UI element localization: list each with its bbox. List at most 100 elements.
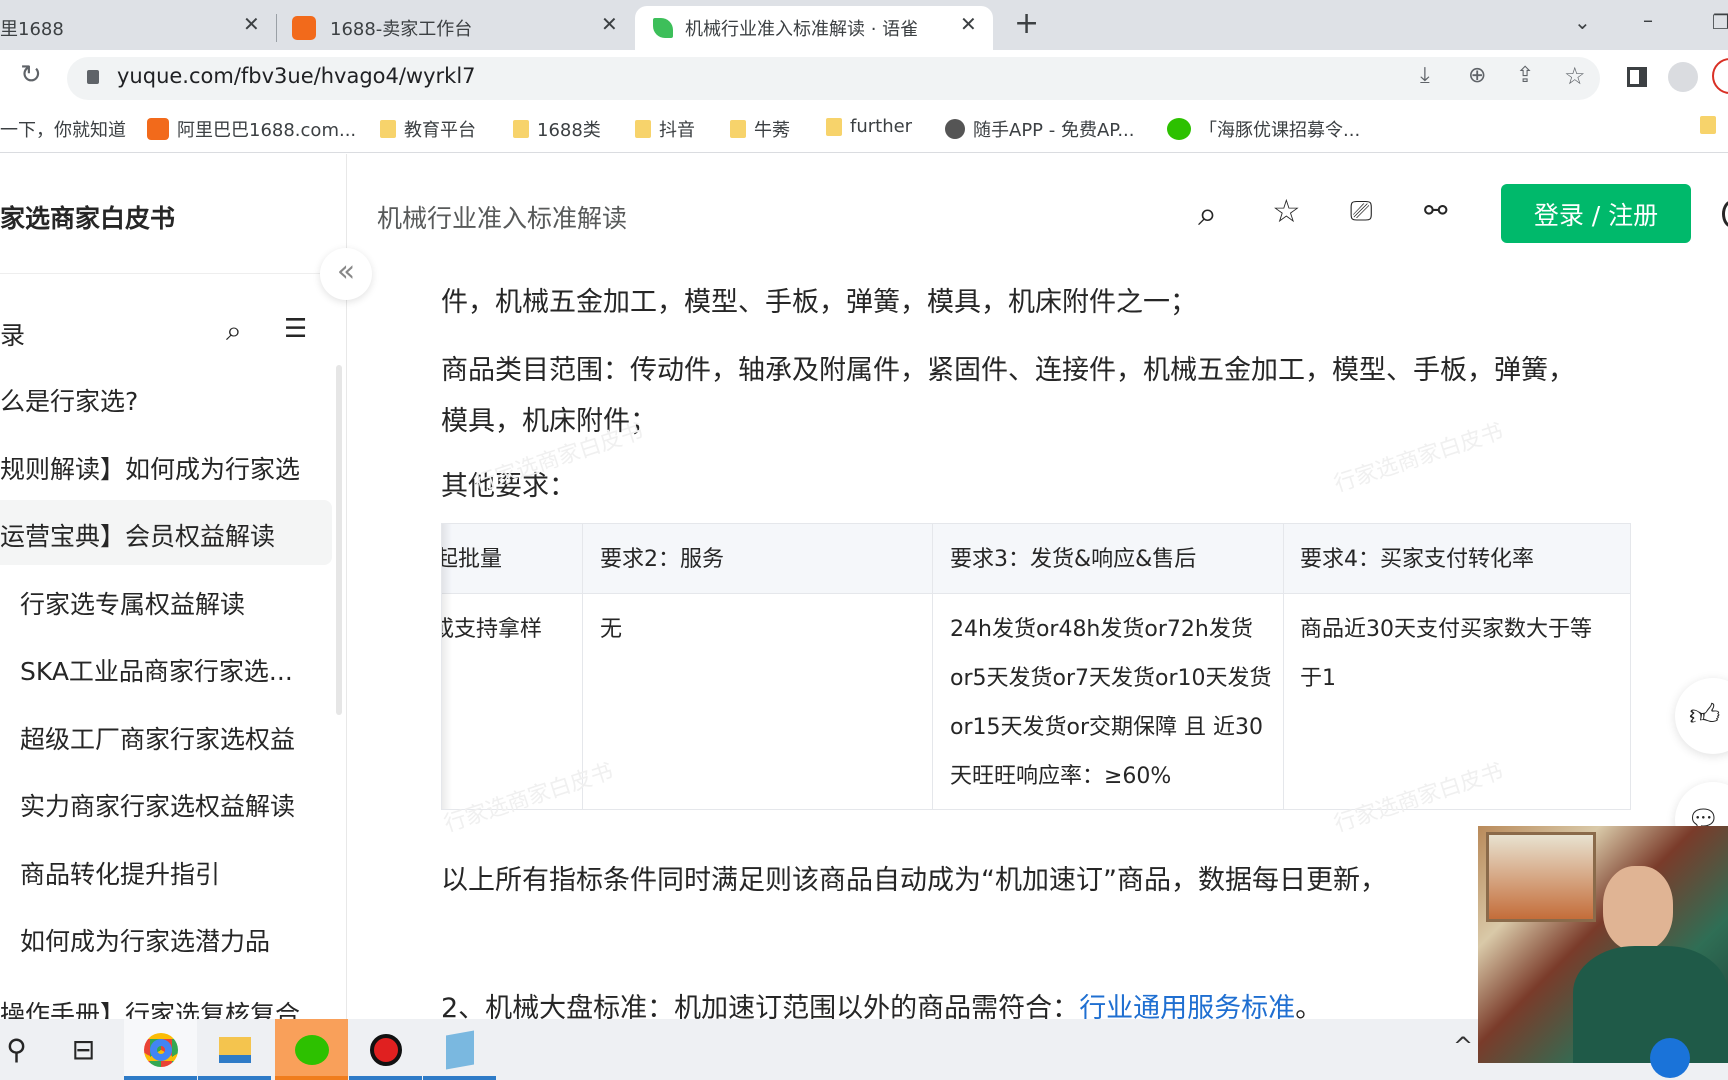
folder-icon [826,117,842,136]
table-header: 要求4：买家支付转化率 [1300,547,1534,572]
bookmark[interactable]: 1688类 [513,116,601,142]
minimize-icon[interactable]: – [1643,8,1653,32]
wechat-icon [294,1034,329,1065]
bookmark-label: 一下，你就知道 [0,120,126,141]
sidebar-item[interactable]: 行家选专属权益解读 [20,585,245,621]
folder-icon [380,120,396,138]
toc-list-icon[interactable]: ☰ [284,314,307,344]
share-icon[interactable]: ⇪ [1516,63,1534,88]
table-cell: 于1 [1300,666,1336,691]
like-button[interactable]: 👍︎ [1675,678,1728,754]
close-icon[interactable]: ✕ [601,12,618,36]
sidebar-item[interactable]: 超级工厂商家行家选权益 [20,720,295,756]
alibaba-icon [147,118,169,140]
chevron-down-icon[interactable]: ⌄ [1574,10,1591,34]
sidebar-item[interactable]: 【规则解读】如何成为行家选 [0,450,300,486]
lock-icon[interactable] [87,70,99,84]
collapse-sidebar-button[interactable]: « [320,248,372,300]
folder-icon[interactable] [1700,116,1716,134]
toc-label-text: 目录 [0,321,26,350]
zoom-icon[interactable]: ⊕ [1468,63,1486,88]
table-cell: 或支持拿样 [441,617,543,642]
notepad-icon [445,1030,474,1069]
person-face [1603,866,1673,951]
folder-icon [730,120,746,138]
wechat-icon [1167,118,1191,140]
more-icon[interactable] [1722,200,1728,228]
bookmark[interactable]: 抖音 [635,116,695,142]
login-register-button[interactable]: 登录 / 注册 [1501,184,1691,243]
bookmark-star-icon[interactable]: ☆ [1564,62,1586,90]
thumbs-up-icon: 👍︎ [1689,698,1721,733]
paragraph: 以上所有指标条件同时满足则该商品自动成为“机加速订”商品，数据每日更新， [441,865,1387,896]
table-header: 起批量 [441,547,503,572]
close-icon[interactable]: ✕ [960,12,977,36]
sidebar-item-label: 【操作手册】行家选复核复合 [0,1000,301,1019]
bookmark[interactable]: 一下，你就知道 [0,116,126,142]
bookmark[interactable]: 「海豚优课招募令... [1167,116,1360,142]
bookmark-label: further [850,116,913,137]
col-divider [1283,524,1284,809]
explorer-taskbar-button[interactable] [198,1019,271,1080]
watermark: 行家选商家白皮书 [1331,419,1507,498]
login-label: 登录 / 注册 [1533,200,1659,230]
sidebar-item[interactable]: 什么是行家选? [0,382,138,418]
sidebar-item[interactable]: 实力商家行家选权益解读 [20,787,295,823]
search-icon[interactable]: ⌕ [1198,194,1217,234]
restore-icon[interactable]: ❐ [1712,10,1728,34]
bookmark[interactable]: 教育平台 [380,116,476,142]
side-panel-icon[interactable] [1627,67,1647,87]
close-icon[interactable]: ✕ [243,12,260,36]
tab-title: 1688-卖家工作台 [330,19,473,40]
profile-avatar[interactable] [1668,62,1698,92]
bookmark[interactable]: 阿里巴巴1688.com... [147,116,356,142]
search-icon[interactable]: ⌕ [226,314,242,348]
tab-yuque-doc[interactable]: 机械行业准入标准解读 · 语雀 [635,6,993,50]
bookmark[interactable]: 随手APP - 免费AP... [945,116,1135,142]
star-icon[interactable]: ☆ [1272,192,1301,230]
bookmark-label: 「海豚优课招募令... [1199,120,1361,141]
notepad-taskbar-button[interactable] [423,1019,496,1080]
book-title[interactable]: 行家选商家白皮书 [0,199,175,235]
table-cell: 24h发货or48h发货or72h发货 [950,617,1253,642]
bookmark[interactable]: further [826,116,912,137]
bookmark-label: 1688类 [537,120,601,141]
folder-icon [513,120,529,138]
sidebar-item[interactable]: 商品转化提升指引 [20,855,220,891]
url-text[interactable]: yuque.com/fbv3ue/hvago4/wyrkl7 [117,64,476,88]
globe-icon [945,119,965,139]
tab-title: 机械行业准入标准解读 · 语雀 [685,19,919,40]
sidebar-item-partial[interactable]: 【操作手册】行家选复核复合 [0,995,346,1019]
recorder-taskbar-button[interactable] [349,1019,422,1080]
folder-icon [635,120,651,138]
table-header: 要求3：发货&响应&售后 [950,547,1197,572]
paragraph: 商品类目范围：传动件，轴承及附属件，紧固件、连接件，机械五金加工，模型、手板，弹… [441,355,1575,386]
new-tab-icon[interactable]: + [1014,6,1039,41]
sidebar-item[interactable]: SKA工业品商家行家选... [20,652,293,688]
bookmark-label: 抖音 [659,120,695,141]
scrollbar[interactable] [336,365,342,715]
task-view-icon[interactable]: ⊟ [47,1019,120,1080]
reload-icon[interactable]: ↻ [20,60,42,90]
chrome-icon [143,1032,178,1067]
search-icon[interactable]: ⚲ [0,1019,53,1080]
graph-icon[interactable]: ⚯ [1424,194,1447,227]
bookmark[interactable]: 牛莠 [730,116,790,142]
bookmark-label: 阿里巴巴1688.com... [177,120,357,141]
chevron-up-icon[interactable]: ^ [1453,1032,1473,1060]
table-cell: 商品近30天支付买家数大于等 [1300,617,1592,642]
person-body [1573,946,1728,1063]
presentation-icon[interactable]: ⎚ [1350,194,1372,228]
table-cell: 天旺旺响应率：≥60% [950,764,1172,789]
tab-seller-workbench[interactable]: 1688-卖家工作台 [280,6,630,50]
tab-1688[interactable]: 里1688 [0,6,275,50]
sidebar-item[interactable]: 如何成为行家选潜力品 [20,922,270,958]
install-icon[interactable]: ⤓ [1420,63,1430,88]
sidebar-item-active[interactable]: 【运营宝典】会员权益解读 [0,517,275,553]
paragraph: 件，机械五金加工，模型、手板，弹簧，模具，机床附件之一； [441,287,1197,318]
toc-label: 目录 [0,316,25,352]
table-cell: or15天发货or交期保障 且 近30 [950,715,1263,740]
wechat-taskbar-button[interactable] [275,1019,348,1080]
chrome-taskbar-button[interactable] [124,1019,197,1080]
tab-title: 里1688 [0,19,64,40]
